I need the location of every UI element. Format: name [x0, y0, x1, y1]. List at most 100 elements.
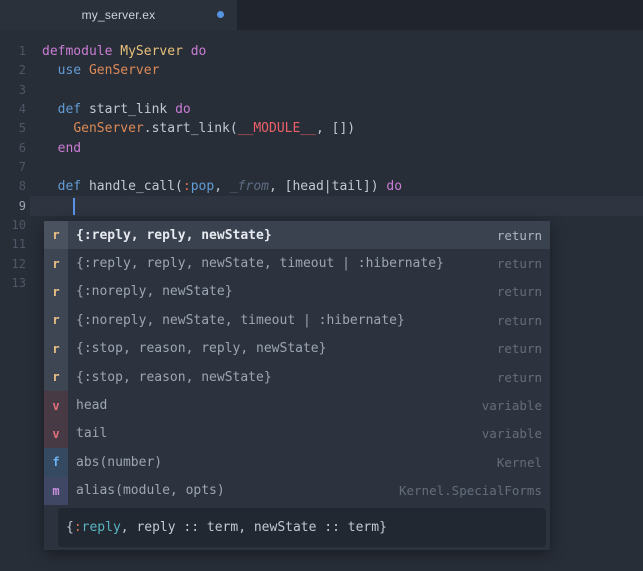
suggestion-annotation: return	[496, 227, 542, 243]
suggestion-annotation: variable	[481, 426, 542, 442]
autocomplete-description-wrap: {:reply, reply :: term, newState :: term…	[44, 505, 550, 550]
code-editor[interactable]: 1 2 3 4 5 6 7 8 9 10 11 12 13 defmodule MyServer do …	[0, 30, 643, 571]
suggestion-label: {:reply, reply, newState, timeout | :hib…	[76, 256, 444, 272]
suggestion-kind-icon-f: f	[44, 448, 68, 477]
autocomplete-item-6[interactable]: r {:stop, reason, newState} return	[44, 362, 550, 392]
code-token: GenServer	[88, 63, 160, 79]
code-line-6: end	[42, 139, 402, 158]
code-token: pop	[190, 179, 215, 195]
autocomplete-item-4[interactable]: r {:noreply, newState, timeout | :hiberna…	[44, 306, 550, 335]
code-token: handle_call(	[88, 179, 183, 195]
code-token: :	[73, 519, 82, 535]
code-line-2: use GenServer	[42, 61, 402, 80]
line-number-gutter: 1 2 3 4 5 6 7 8 9 10 11 12 13	[0, 42, 26, 293]
suggestion-kind-icon-v: v	[44, 391, 68, 420]
autocomplete-item-7[interactable]: v head variable	[44, 391, 550, 420]
code-token: GenServer	[73, 121, 144, 137]
line-number-6: 6	[18, 140, 26, 155]
suggestion-annotation: return	[496, 369, 542, 385]
suggestion-annotation: Kernel.SpecialForms	[399, 483, 542, 499]
suggestion-kind-icon-r: r	[44, 306, 68, 335]
suggestion-annotation: return	[496, 341, 542, 357]
suggestion-annotation: variable	[481, 398, 542, 414]
code-token: {	[66, 519, 74, 535]
line-number-5: 5	[18, 121, 26, 136]
suggestion-label: {:stop, reason, newState}	[76, 369, 272, 385]
autocomplete-item-10[interactable]: m alias(module, opts) Kernel.SpecialForms	[44, 476, 550, 505]
code-token: :	[182, 179, 191, 195]
autocomplete-popup: r {:reply, reply, newState} return r {:reply…	[44, 221, 550, 550]
suggestion-kind-icon-r: r	[44, 362, 68, 392]
suggestion-label: abs(number)	[76, 454, 163, 470]
modified-indicator-dot	[217, 11, 224, 18]
suggestion-label: head	[76, 398, 108, 414]
line-number-12: 12	[11, 256, 26, 271]
autocomplete-suggestion-list: r {:reply, reply, newState} return r {:reply…	[44, 221, 550, 505]
suggestion-label: {:stop, reason, reply, newState}	[76, 341, 327, 357]
suggestion-annotation: return	[496, 284, 542, 300]
code-line-1: defmodule MyServer do	[42, 42, 402, 61]
line-number-9: 9	[18, 198, 26, 213]
code-token: reply	[81, 519, 121, 535]
code-token: use	[57, 63, 82, 79]
autocomplete-item-5[interactable]: r {:stop, reason, reply, newState} return	[44, 334, 550, 363]
suggestion-annotation: Kernel	[496, 454, 542, 470]
line-number-8: 8	[18, 179, 26, 194]
suggestion-label: {:noreply, newState}	[76, 284, 233, 300]
autocomplete-item-3[interactable]: r {:noreply, newState} return	[44, 277, 550, 307]
tab-my-server[interactable]: my_server.ex	[0, 0, 237, 30]
suggestion-label: tail	[76, 426, 108, 442]
line-number-4: 4	[18, 101, 26, 116]
line-number-3: 3	[18, 82, 26, 97]
code-line-4: def start_link do	[42, 100, 402, 119]
code-token: , [head|tail])	[269, 179, 387, 195]
suggestion-kind-icon-r: r	[44, 277, 68, 307]
code-token: __MODULE__	[237, 121, 316, 137]
line-number-2: 2	[18, 63, 26, 78]
code-line-5: GenServer.start_link(__MODULE__, [])	[42, 119, 402, 138]
code-token: def	[57, 101, 82, 117]
code-token: do	[190, 44, 207, 59]
autocomplete-description-panel: {:reply, reply :: term, newState :: term…	[58, 507, 546, 547]
code-line-8: def handle_call(:pop, _from, [head|tail]…	[42, 177, 402, 196]
text-cursor	[73, 198, 75, 215]
code-token: do	[175, 101, 191, 117]
code-token: do	[386, 179, 403, 195]
autocomplete-item-8[interactable]: v tail variable	[44, 419, 550, 449]
line-number-1: 1	[18, 44, 26, 58]
autocomplete-item-2[interactable]: r {:reply, reply, newState, timeout | :hi…	[44, 249, 550, 278]
editor-window: my_server.ex 1 2 3 4 5 6 7 8 9 10 11 12 13 defmodule…	[0, 0, 643, 571]
tab-title: my_server.ex	[81, 8, 156, 22]
suggestion-label: {:noreply, newState, timeout | :hibernat…	[76, 312, 405, 328]
tab-bar: my_server.ex	[0, 0, 643, 30]
autocomplete-description-text: {:reply, reply :: term, newState :: term…	[66, 520, 387, 535]
autocomplete-item-9[interactable]: f abs(number) Kernel	[44, 448, 550, 477]
code-token: start_link	[88, 101, 168, 117]
code-area: defmodule MyServer do use GenServer def …	[42, 42, 402, 216]
code-token: defmodule	[42, 44, 113, 59]
code-token: end	[57, 140, 82, 156]
suggestion-kind-icon-m: m	[44, 476, 68, 505]
line-number-10: 10	[11, 217, 26, 232]
code-token: _from	[229, 179, 269, 195]
suggestion-kind-icon-r: r	[44, 221, 68, 250]
code-token: , [])	[315, 121, 356, 137]
code-token: .start_link(	[143, 121, 238, 137]
suggestion-annotation: return	[496, 256, 542, 272]
code-token: , reply :: term, newState :: term}	[120, 519, 387, 535]
suggestion-annotation: return	[496, 312, 542, 328]
suggestion-kind-icon-r: r	[44, 249, 68, 278]
suggestion-kind-icon-r: r	[44, 334, 68, 363]
autocomplete-item-1[interactable]: r {:reply, reply, newState} return	[44, 221, 550, 250]
suggestion-label: {:reply, reply, newState}	[76, 227, 272, 243]
